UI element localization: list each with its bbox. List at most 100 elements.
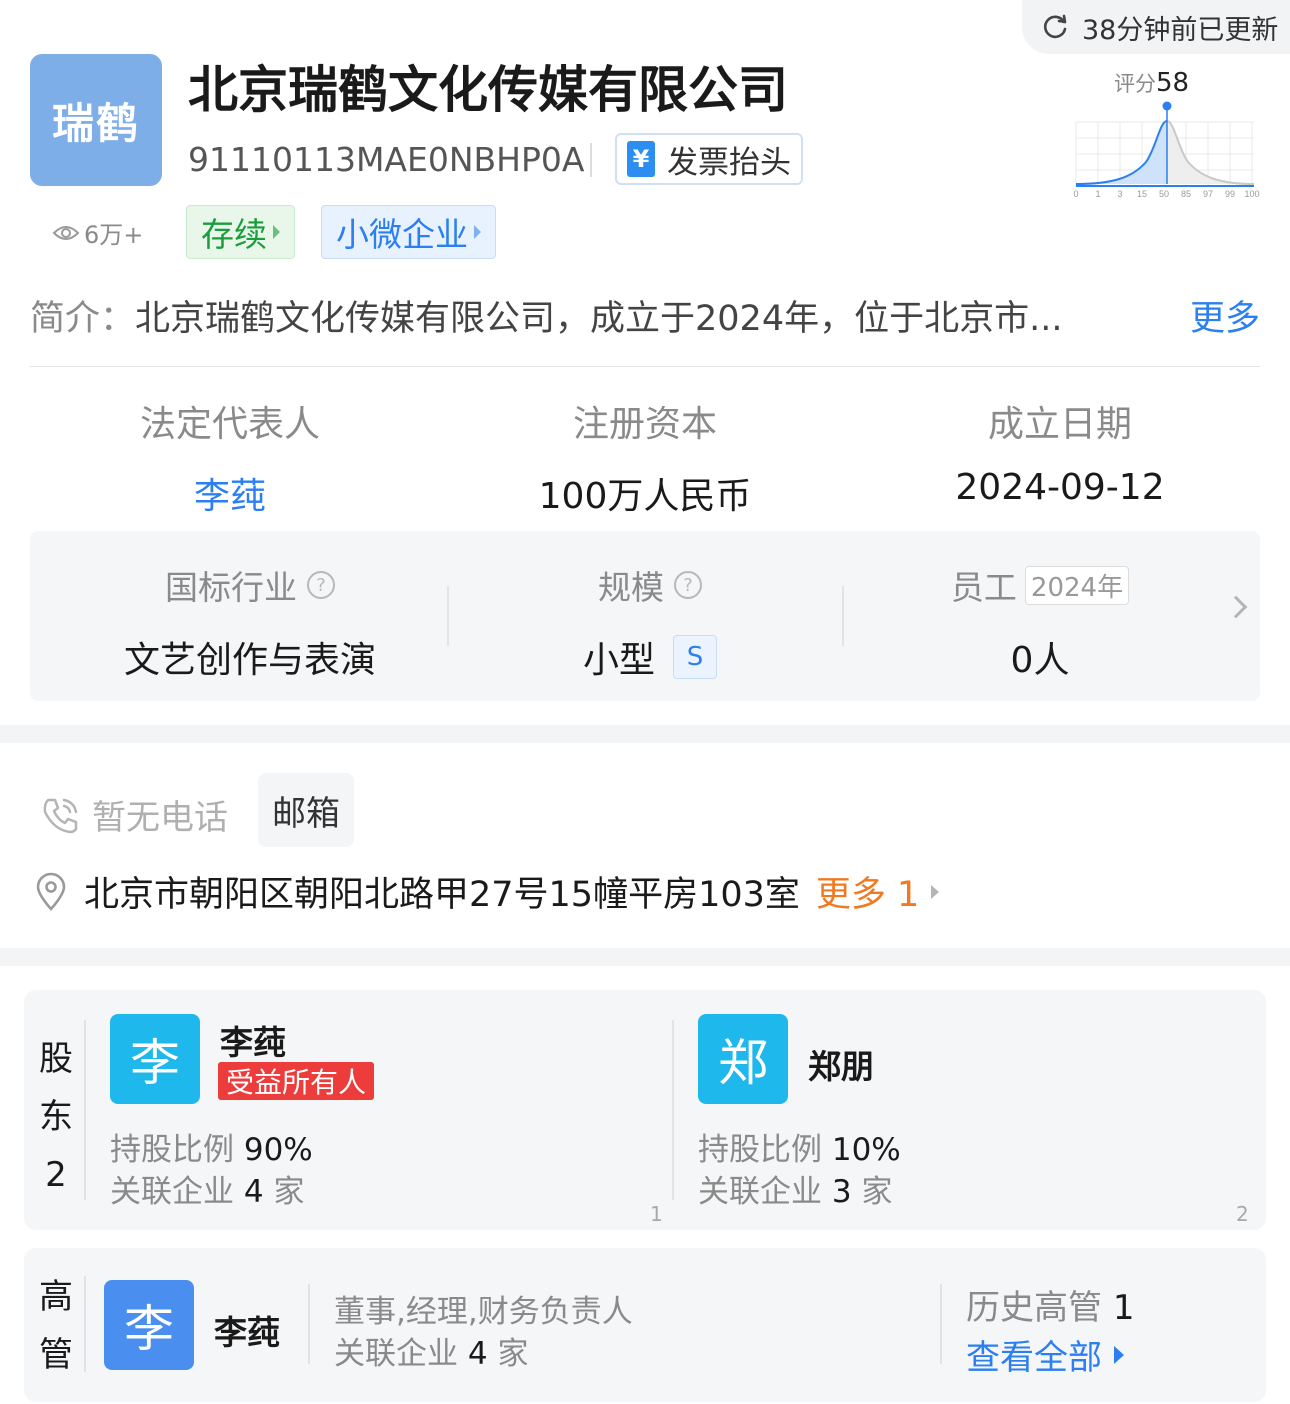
score-tick-label: 1: [1095, 189, 1100, 199]
shareholding-ratio: 持股比例 10%: [698, 1124, 901, 1169]
beneficial-owner-badge: 受益所有人: [218, 1062, 375, 1100]
email-button[interactable]: 邮箱: [258, 773, 354, 847]
shareholder-name[interactable]: 李莼: [220, 1016, 286, 1064]
shareholders-card: 股 东 2 李 李莼 受益所有人 持股比例 90% 关联企业 4 家 1 郑 郑…: [24, 990, 1266, 1230]
label-char: 2: [45, 1155, 67, 1195]
score-tick-label: 100: [1244, 189, 1259, 199]
address-row[interactable]: 北京市朝阳区朝阳北路甲27号15幢平房103室 更多 1: [34, 866, 940, 917]
fact-label: 成立日期: [987, 404, 1132, 445]
phone-text: 暂无电话: [92, 798, 228, 838]
score-label-row: 评分58: [1114, 68, 1189, 98]
scale-info: 规模? 小型 S: [460, 561, 840, 683]
scale-value: 小型: [582, 640, 655, 681]
page-index: 1: [650, 1202, 663, 1226]
phone-row: 暂无电话: [40, 790, 228, 839]
status-text: 存续: [201, 215, 267, 254]
executives-card: 高 管 李 李莼 董事,经理,财务负责人 关联企业 4 家 历史高管 1 查看全…: [24, 1248, 1266, 1402]
company-intro[interactable]: 简介：北京瑞鹤文化传媒有限公司，成立于2024年，位于北京市... 更多: [30, 290, 1260, 341]
credit-code[interactable]: 91110113MAE0NBHP0A: [188, 140, 584, 179]
related-unit: 家: [861, 1174, 893, 1210]
score-tick-label: 97: [1203, 189, 1213, 199]
update-text: 38分钟前已更新: [1082, 14, 1279, 46]
label-char: 股: [39, 1039, 73, 1079]
update-status[interactable]: 38分钟前已更新: [1022, 0, 1290, 54]
executive-name[interactable]: 李莼: [214, 1306, 280, 1354]
invoice-icon: ¥: [627, 141, 655, 177]
triangle-right-icon: [273, 225, 280, 239]
related-companies[interactable]: 关联企业 3 家: [698, 1166, 892, 1211]
related-count: 4: [467, 1336, 488, 1372]
avatar: 郑: [698, 1014, 788, 1104]
intro-more-link[interactable]: 更多: [1190, 290, 1260, 341]
address-text: 北京市朝阳区朝阳北路甲27号15幢平房103室: [84, 875, 800, 915]
eye-icon: [52, 225, 80, 240]
label-char: 管: [39, 1335, 73, 1375]
executives-label[interactable]: 高 管: [36, 1268, 76, 1384]
invoice-header-button[interactable]: ¥ 发票抬头: [615, 133, 803, 185]
staff-label: 员工: [950, 568, 1017, 607]
scale-value-row: 小型 S: [460, 631, 840, 683]
staff-value: 0人: [1010, 640, 1070, 681]
size-badge[interactable]: 小微企业: [321, 205, 496, 259]
staff-info: 员工 2024年 0人: [850, 561, 1230, 683]
triangle-right-icon: [931, 884, 940, 899]
view-all-link[interactable]: 查看全部: [966, 1330, 1124, 1379]
location-pin-icon: [36, 872, 66, 911]
score-chart[interactable]: 评分58 0 1 3 15 50 85 97 99 100: [1072, 66, 1262, 202]
scale-badge: S: [673, 635, 717, 679]
industry-panel[interactable]: 国标行业? 文艺创作与表演 规模? 小型 S 员工 2024年 0人: [30, 531, 1260, 701]
triangle-right-icon: [474, 225, 481, 239]
divider: [940, 1284, 942, 1364]
related-unit: 家: [497, 1336, 529, 1372]
related-unit: 家: [273, 1174, 305, 1210]
related-count: 3: [831, 1174, 852, 1210]
shareholder-name[interactable]: 郑朋: [808, 1040, 874, 1088]
divider: [30, 366, 1260, 367]
divider: [672, 1020, 674, 1200]
invoice-label: 发票抬头: [667, 144, 791, 181]
label-char: 高: [39, 1277, 73, 1317]
score-value: 58: [1156, 68, 1190, 98]
related-companies[interactable]: 关联企业 4 家: [110, 1166, 304, 1211]
industry-value: 文艺创作与表演: [123, 640, 376, 681]
help-icon[interactable]: ?: [674, 571, 702, 599]
avatar: 李: [104, 1280, 194, 1370]
score-tick-label: 0: [1073, 189, 1078, 199]
divider: [84, 1020, 86, 1200]
avatar: 李: [110, 1014, 200, 1104]
score-label: 评分: [1114, 72, 1156, 96]
divider: [308, 1284, 310, 1364]
ratio-label: 持股比例: [110, 1132, 234, 1168]
established-date: 成立日期 2024-09-12: [850, 395, 1270, 508]
fact-value: 100万人民币: [538, 476, 752, 517]
company-name: 北京瑞鹤文化传媒有限公司: [188, 61, 788, 119]
score-tick-label: 3: [1117, 189, 1122, 199]
section-separator: [0, 725, 1290, 743]
view-count: 6万+: [52, 215, 143, 250]
section-separator: [0, 948, 1290, 966]
phone-icon: [43, 798, 78, 833]
shareholders-label[interactable]: 股 东 2: [36, 1030, 76, 1204]
related-label: 关联企业: [110, 1174, 234, 1210]
divider: [447, 586, 449, 646]
page-index: 2: [1236, 1202, 1249, 1226]
intro-text: 北京瑞鹤文化传媒有限公司，成立于2024年，位于北京市...: [135, 299, 1063, 339]
staff-label-row: 员工 2024年: [850, 561, 1230, 609]
ratio-value: 90%: [243, 1132, 313, 1168]
address-more-link[interactable]: 更多 1: [816, 866, 919, 917]
view-all-text: 查看全部: [966, 1338, 1102, 1378]
fact-value: 2024-09-12: [955, 467, 1165, 508]
score-tick-label: 99: [1225, 189, 1235, 199]
score-tick-label: 50: [1159, 189, 1169, 199]
fact-label: 注册资本: [572, 404, 717, 445]
industry-label-row: 国标行业?: [60, 561, 440, 609]
status-badge[interactable]: 存续: [186, 205, 295, 259]
help-icon[interactable]: ?: [307, 571, 335, 599]
view-count-text: 6万+: [84, 221, 144, 249]
score-tick-label: 85: [1181, 189, 1191, 199]
executive-role: 董事,经理,财务负责人: [334, 1294, 633, 1330]
legal-representative-link[interactable]: 李莼: [20, 467, 440, 519]
fact-label: 法定代表人: [139, 404, 320, 445]
related-count: 4: [243, 1174, 264, 1210]
related-companies[interactable]: 关联企业 4 家: [334, 1328, 528, 1373]
